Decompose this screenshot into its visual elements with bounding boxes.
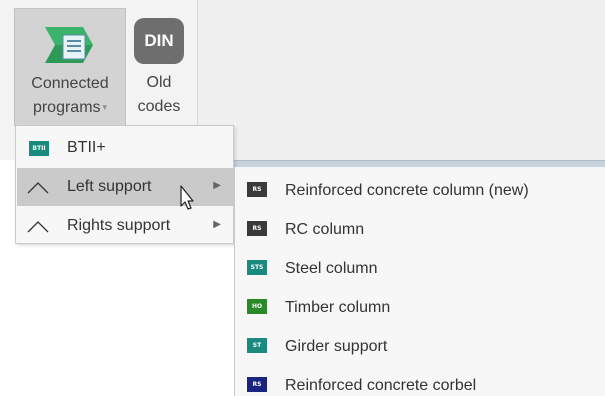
- left-support-submenu: RS Reinforced concrete column (new) RS R…: [234, 167, 605, 396]
- menu-item-rights-support[interactable]: Rights support ▶: [17, 207, 233, 245]
- submenu-item-rc-column[interactable]: RS RC column: [235, 209, 605, 248]
- old-codes-button[interactable]: DIN Old codes: [128, 8, 190, 126]
- ho-icon: HO: [247, 299, 267, 314]
- btii-icon: BTII: [29, 141, 49, 156]
- ribbon-empty-area: [197, 0, 605, 160]
- menu-item-label: Rights support: [67, 217, 171, 234]
- rs-icon: RS: [247, 182, 267, 197]
- submenu-arrow-icon: ▶: [213, 180, 221, 191]
- submenu-item-label: Reinforced concrete corbel: [285, 377, 477, 394]
- menu-item-label: BTII+: [67, 139, 106, 156]
- mouse-pointer-icon: [180, 185, 194, 210]
- caret-up-icon: [27, 221, 49, 233]
- submenu-item-label: RC column: [285, 221, 365, 238]
- connected-programs-button[interactable]: Connected programs ▾: [14, 8, 126, 126]
- st-icon: ST: [247, 338, 267, 353]
- submenu-item-label: Girder support: [285, 338, 388, 355]
- rs-icon: RS: [247, 221, 267, 236]
- submenu-item-timber-column[interactable]: HO Timber column: [235, 287, 605, 326]
- submenu-item-rc-corbel[interactable]: RS Reinforced concrete corbel: [235, 365, 605, 396]
- connected-programs-label-line2: programs ▾: [32, 99, 108, 116]
- sts-icon: STS: [247, 260, 267, 275]
- old-codes-label-line2: codes: [137, 98, 181, 115]
- rs-icon: RS: [247, 377, 267, 392]
- connected-programs-menu: BTII BTII+ Left support ▶ Rights support…: [15, 125, 234, 244]
- submenu-item-label: Timber column: [285, 299, 391, 316]
- connected-programs-label-line1: Connected: [31, 75, 109, 92]
- submenu-item-steel-column[interactable]: STS Steel column: [235, 248, 605, 287]
- submenu-item-girder-support[interactable]: ST Girder support: [235, 326, 605, 365]
- old-codes-label-line1: Old: [146, 74, 172, 91]
- menu-item-btii[interactable]: BTII BTII+: [17, 129, 233, 167]
- caret-up-icon: [27, 182, 49, 194]
- din-icon: DIN: [134, 18, 184, 64]
- submenu-item-rc-column-new[interactable]: RS Reinforced concrete column (new): [235, 170, 605, 209]
- connected-programs-icon: [45, 27, 93, 63]
- submenu-item-label: Reinforced concrete column (new): [285, 182, 529, 199]
- chevron-down-icon: ▾: [102, 102, 108, 113]
- menu-item-left-support[interactable]: Left support ▶: [17, 168, 233, 206]
- submenu-arrow-icon: ▶: [213, 219, 221, 230]
- submenu-item-label: Steel column: [285, 260, 378, 277]
- menu-item-label: Left support: [67, 178, 152, 195]
